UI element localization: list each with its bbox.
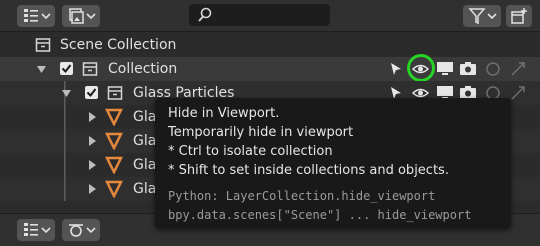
- search-input[interactable]: [189, 4, 330, 26]
- display-mode-dropdown[interactable]: [17, 5, 55, 27]
- checkmark-icon: [86, 88, 97, 98]
- collapsed-arrow-icon[interactable]: [88, 160, 97, 170]
- outliner-header: [0, 0, 540, 32]
- new-collection-button[interactable]: [506, 5, 532, 27]
- collapsed-arrow-icon[interactable]: [88, 184, 97, 194]
- exclude-checkbox[interactable]: [60, 62, 73, 75]
- cone-mesh-icon: [105, 132, 123, 150]
- exclude-checkbox[interactable]: [85, 86, 98, 99]
- image-stack-icon: [69, 8, 96, 24]
- tree-line-icon: [64, 177, 66, 201]
- scene-collection-label: Scene Collection: [60, 37, 177, 53]
- expand-arrow-icon[interactable]: [37, 65, 46, 74]
- tooltip-description: Temporarily hide in viewport: [168, 125, 354, 140]
- cone-mesh-icon: [105, 180, 123, 198]
- holdout-icon[interactable]: [485, 61, 501, 77]
- display-mode-dropdown[interactable]: [17, 219, 55, 241]
- view-layer-list-icon: [24, 223, 51, 236]
- tooltip: Hide in Viewport. Temporarily hide in vi…: [155, 98, 511, 228]
- collapsed-arrow-icon[interactable]: [88, 136, 97, 146]
- tooltip-hint-ctrl: * Ctrl to isolate collection: [168, 144, 333, 159]
- cone-mesh-icon: [105, 156, 123, 174]
- highlight-ring: [407, 54, 435, 82]
- funnel-icon: [468, 8, 497, 25]
- view-layer-list-icon: [24, 9, 51, 22]
- filter-dropdown[interactable]: [463, 5, 501, 27]
- tooltip-title: Hide in Viewport.: [168, 106, 280, 121]
- tooltip-python-data-path: bpy.data.scenes["Scene"] ... hide_viewpo…: [168, 208, 472, 222]
- camera-icon[interactable]: [459, 61, 477, 77]
- render-icon: [69, 224, 96, 237]
- tooltip-python-path: Python: LayerCollection.hide_viewport: [168, 189, 436, 203]
- new-collection-icon: [511, 8, 527, 24]
- cone-mesh-icon: [105, 108, 123, 126]
- select-arrow-icon[interactable]: [388, 61, 404, 77]
- collection-icon: [82, 62, 98, 76]
- collection-row[interactable]: Collection: [0, 57, 540, 81]
- expand-arrow-icon[interactable]: [62, 89, 71, 98]
- scene-collection-row[interactable]: Scene Collection: [0, 33, 540, 57]
- indirect-only-icon[interactable]: [510, 61, 526, 77]
- magnifier-icon: [198, 7, 212, 22]
- collection-icon: [107, 86, 123, 100]
- tree-line-icon: [64, 153, 66, 177]
- editor-type-dropdown[interactable]: [62, 219, 100, 241]
- tree-line-icon: [64, 129, 66, 153]
- collection-label: Collection: [108, 61, 178, 77]
- view-layer-dropdown[interactable]: [62, 5, 100, 27]
- monitor-icon[interactable]: [436, 61, 454, 77]
- collapsed-arrow-icon[interactable]: [88, 112, 97, 122]
- collection-icon: [35, 38, 51, 52]
- checkmark-icon: [61, 64, 72, 74]
- tooltip-hint-shift: * Shift to set inside collections and ob…: [168, 163, 449, 178]
- tree-line-icon: [64, 105, 66, 129]
- indirect-only-icon[interactable]: [510, 85, 526, 101]
